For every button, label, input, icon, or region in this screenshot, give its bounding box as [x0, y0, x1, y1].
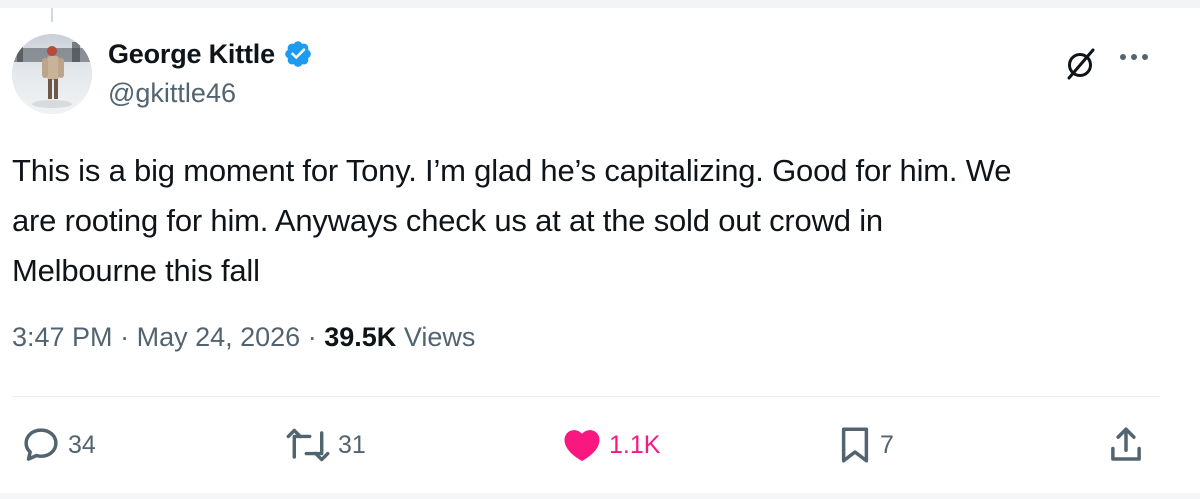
more-icon[interactable]: [1118, 50, 1150, 64]
repost-icon: [286, 428, 330, 462]
author-handle[interactable]: @gkittle46: [108, 78, 313, 109]
repost-count: 31: [338, 430, 366, 459]
grok-icon[interactable]: [1063, 46, 1099, 82]
tweet-text-line: This is a big moment for Tony. I’m glad …: [12, 153, 1012, 188]
tweet-meta: 3:47 PM · May 24, 2026 · 39.5K Views: [12, 322, 475, 353]
thread-line: [51, 8, 53, 22]
tweet-text-line: are rooting for him. Anyways check us at…: [12, 203, 883, 238]
name-row: George Kittle: [108, 34, 313, 74]
author-info: George Kittle @gkittle46: [108, 34, 313, 109]
divider: [12, 396, 1160, 397]
tweet-text: This is a big moment for Tony. I’m glad …: [12, 146, 1182, 296]
share-icon: [1111, 427, 1141, 461]
bottom-edge: [0, 493, 1200, 499]
reply-count: 34: [68, 430, 96, 459]
bookmark-button[interactable]: 7: [836, 423, 894, 467]
avatar-image: [12, 34, 92, 114]
author-display-name[interactable]: George Kittle: [108, 39, 275, 70]
verified-badge-icon[interactable]: [283, 39, 313, 69]
views-count: 39.5K: [324, 322, 397, 352]
top-edge: [0, 0, 1200, 8]
bookmark-icon: [841, 427, 869, 463]
like-button[interactable]: 1.1K: [561, 423, 660, 467]
meta-separator: ·: [307, 322, 317, 352]
like-icon: [564, 430, 600, 462]
repost-button[interactable]: 31: [284, 423, 366, 467]
bookmark-count: 7: [880, 430, 894, 459]
tweet-time[interactable]: 3:47 PM: [12, 322, 113, 352]
reply-icon: [24, 428, 58, 461]
tweet-detail: George Kittle @gkittle46 This is a big m…: [0, 0, 1200, 499]
views-label: Views: [403, 322, 476, 352]
tweet-date[interactable]: May 24, 2026: [137, 322, 301, 352]
like-count: 1.1K: [609, 430, 661, 459]
meta-separator: ·: [120, 322, 130, 352]
avatar[interactable]: [12, 34, 92, 114]
share-button[interactable]: [1108, 423, 1144, 467]
reply-button[interactable]: 34: [20, 423, 96, 467]
tweet-text-line: Melbourne this fall: [12, 253, 260, 288]
